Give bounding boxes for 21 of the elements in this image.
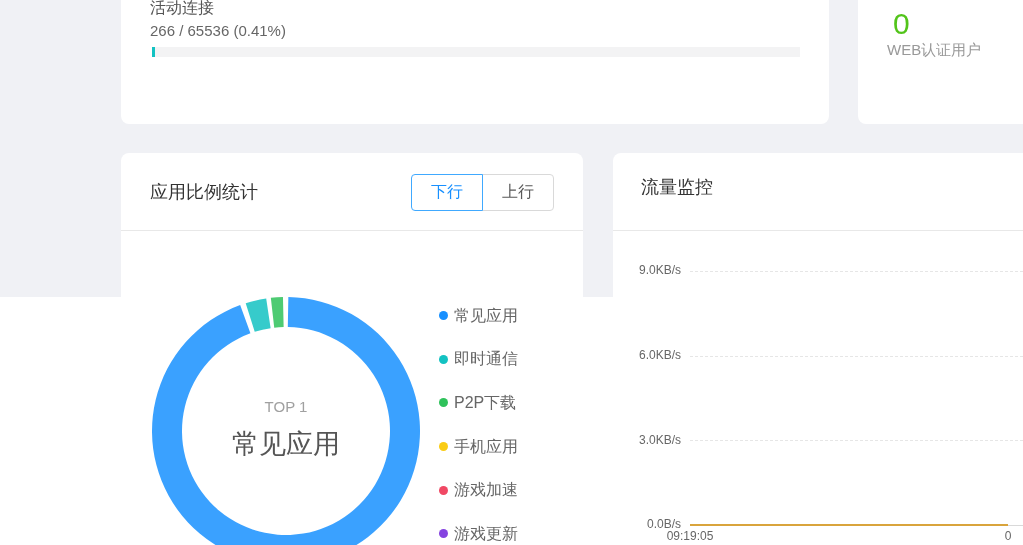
web-auth-count: 0: [893, 8, 910, 40]
y-axis-label: 9.0KB/s: [638, 263, 681, 278]
direction-toggle[interactable]: 上行: [482, 173, 554, 211]
legend-label: 常见应用: [454, 305, 518, 326]
legend-label: 游戏加速: [454, 480, 518, 501]
app-ratio-title: 应用比例统计: [150, 181, 258, 204]
legend-label: 即时通信: [454, 349, 518, 370]
legend-label: 游戏更新: [454, 523, 518, 544]
y-axis-label: 6.0KB/s: [638, 347, 681, 362]
y-axis-label: 0.0B/s: [646, 517, 681, 532]
donut-caption: TOP 1: [264, 397, 308, 417]
web-auth-label: WEB认证用户: [887, 40, 982, 60]
x-axis-label: 0: [1004, 529, 1012, 544]
legend-label: 手机应用: [454, 436, 518, 457]
legend-label: P2P下载: [454, 393, 517, 413]
traffic-title: 流量监控: [641, 177, 713, 197]
connections-title: 活动连接: [150, 0, 214, 16]
donut-center-label: 常见应用: [232, 428, 340, 461]
connections-reading: 266 / 65536 (0.41%): [150, 21, 286, 41]
x-axis-label: 09:19:05: [666, 529, 714, 544]
y-axis-label: 3.0KB/s: [638, 432, 681, 447]
